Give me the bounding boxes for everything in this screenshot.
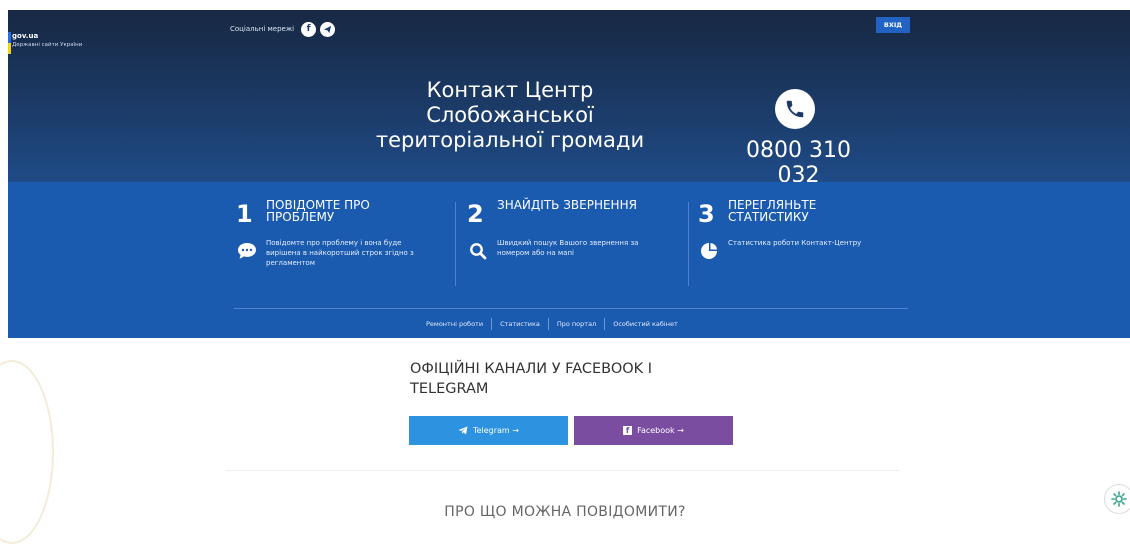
chat-icon bbox=[236, 240, 258, 262]
channels-title-line-1: ОФІЦІЙНІ КАНАЛИ У FACEBOOK І bbox=[410, 361, 653, 377]
step-number: 3 bbox=[698, 200, 715, 228]
logo-subtitle: Державні сайти України bbox=[12, 42, 83, 48]
facebook-icon[interactable]: f bbox=[301, 21, 317, 37]
step-title-line-2: СТАТИСТИКУ bbox=[728, 210, 809, 224]
top-strip bbox=[0, 0, 1130, 10]
telegram-icon bbox=[458, 426, 468, 435]
step-title-line-1: ЗНАЙДІТЬ ЗВЕРНЕННЯ bbox=[497, 198, 637, 212]
step-description: Статистика роботи Контакт-Центру bbox=[728, 239, 862, 247]
telegram-icon[interactable] bbox=[320, 21, 336, 37]
steps-section: 1 ПОВІДОМТЕ ПРО ПРОБЛЕМУ Повідомте про п… bbox=[8, 182, 1130, 338]
page-title: Контакт Центр Слобожанської територіальн… bbox=[340, 78, 680, 153]
step-view-statistics[interactable]: 3 ПЕРЕГЛЯНЬТЕ СТАТИСТИКУ Статистика робо… bbox=[698, 182, 913, 292]
step-title: ПЕРЕГЛЯНЬТЕ СТАТИСТИКУ bbox=[728, 199, 816, 223]
search-icon bbox=[467, 240, 489, 262]
footer-nav: Ремонтні роботи Статистика Про портал Ос… bbox=[418, 318, 686, 330]
telegram-button[interactable]: Telegram → bbox=[409, 416, 568, 445]
step-number: 2 bbox=[467, 200, 484, 228]
nav-item-repairs[interactable]: Ремонтні роботи bbox=[418, 320, 491, 328]
phone-icon bbox=[775, 89, 815, 129]
step-divider bbox=[455, 202, 456, 286]
facebook-label: Facebook → bbox=[637, 426, 684, 435]
channels-title-line-2: TELEGRAM bbox=[410, 381, 489, 397]
title-line-3: територіальної громади bbox=[375, 128, 645, 152]
logo-name: gov.ua bbox=[12, 32, 39, 40]
step-find-request[interactable]: 2 ЗНАЙДІТЬ ЗВЕРНЕННЯ Швидкий пошук Вашог… bbox=[467, 182, 682, 292]
section-title: ПРО ЩО МОЖНА ПОВІДОМИТИ? bbox=[444, 504, 686, 520]
social-label: Соціальні мережі bbox=[230, 25, 295, 33]
title-line-1: Контакт Центр bbox=[426, 78, 594, 102]
gov-logo[interactable]: gov.ua Державні сайти України bbox=[8, 32, 128, 62]
site-header: gov.ua Державні сайти України Соціальні … bbox=[8, 10, 1130, 188]
phone-number[interactable]: 0800 310 032 bbox=[726, 138, 871, 188]
gear-icon[interactable] bbox=[1104, 484, 1130, 514]
step-number: 1 bbox=[236, 200, 253, 228]
telegram-label: Telegram → bbox=[473, 426, 519, 435]
step-title-line-2: ПРОБЛЕМУ bbox=[266, 210, 335, 224]
login-button[interactable]: ВХІД bbox=[876, 17, 910, 33]
nav-divider bbox=[234, 308, 908, 309]
step-description: Повідомте про проблему і вона буде виріш… bbox=[266, 239, 414, 267]
step-description: Швидкий пошук Вашого звернення за номеро… bbox=[497, 239, 639, 257]
step-title: ПОВІДОМТЕ ПРО ПРОБЛЕМУ bbox=[266, 199, 370, 223]
flag-icon bbox=[8, 32, 11, 54]
step-report-problem[interactable]: 1 ПОВІДОМТЕ ПРО ПРОБЛЕМУ Повідомте про п… bbox=[236, 182, 451, 292]
step-divider bbox=[688, 202, 689, 286]
social-links: Соціальні мережі f bbox=[230, 19, 336, 39]
nav-item-statistics[interactable]: Статистика bbox=[492, 320, 548, 328]
section-divider bbox=[226, 470, 900, 471]
step-title: ЗНАЙДІТЬ ЗВЕРНЕННЯ bbox=[497, 199, 637, 211]
channels-title: ОФІЦІЙНІ КАНАЛИ У FACEBOOK І TELEGRAM bbox=[410, 359, 730, 399]
pie-chart-icon bbox=[698, 240, 720, 262]
title-line-2: Слобожанської bbox=[426, 103, 594, 127]
nav-item-about[interactable]: Про портал bbox=[549, 320, 604, 328]
facebook-icon: f bbox=[623, 426, 633, 435]
decorative-arc bbox=[0, 360, 54, 544]
nav-item-cabinet[interactable]: Особистий кабінет bbox=[605, 320, 686, 328]
facebook-button[interactable]: f Facebook → bbox=[574, 416, 733, 445]
